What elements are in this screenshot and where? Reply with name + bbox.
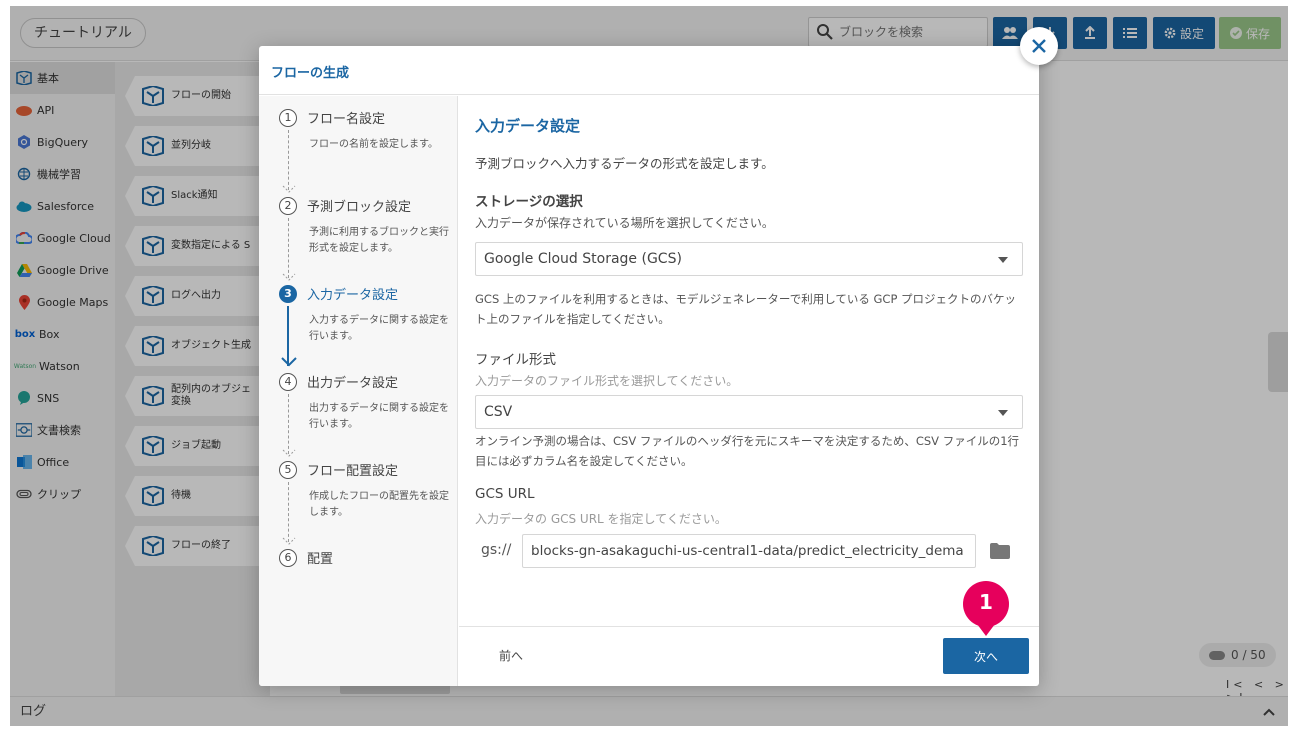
- step-label: フロー配置設定: [307, 464, 399, 479]
- callout-number: 1: [979, 590, 993, 614]
- prev-button[interactable]: 前へ: [499, 647, 523, 664]
- gcs-url-input[interactable]: [522, 534, 976, 568]
- section-description: 予測ブロックへ入力するデータの形式を設定します。: [475, 156, 774, 171]
- dialog-footer: 前へ 次へ: [459, 626, 1039, 686]
- file-format-hint: 入力データのファイル形式を選択してください。: [475, 374, 739, 388]
- section-title: 入力データ設定: [475, 117, 581, 135]
- step-description: 作成したフローの配置先を設定します。: [309, 491, 449, 518]
- dialog-header: フローの生成: [259, 46, 1039, 95]
- step-label: 配置: [307, 552, 334, 567]
- file-format-heading: ファイル形式: [475, 352, 556, 368]
- step-description: 出力するデータに関する設定を行います。: [309, 403, 449, 430]
- step-number: 3: [279, 284, 297, 303]
- step-label: 予測ブロック設定: [307, 200, 412, 215]
- step-connector: [288, 394, 290, 454]
- step-description: 予測に利用するブロックと実行形式を設定します。: [309, 227, 449, 254]
- caret-down-icon: [998, 257, 1008, 263]
- step-label: 出力データ設定: [307, 376, 399, 391]
- step-description: 入力するデータに関する設定を行います。: [309, 315, 449, 342]
- gcs-url-heading: GCS URL: [475, 486, 535, 502]
- file-format-selected-value: CSV: [484, 404, 513, 420]
- next-button[interactable]: 次へ: [943, 638, 1029, 674]
- step-content: 入力データ設定 予測ブロックへ入力するデータの形式を設定します。 ストレージの選…: [459, 96, 1039, 626]
- dashed-arrow-icon: [282, 449, 296, 457]
- storage-selected-value: Google Cloud Storage (GCS): [484, 251, 682, 267]
- step-callout-marker: 1: [962, 580, 1010, 638]
- file-format-note: オンライン予測の場合は、CSV ファイルのヘッダ行を元にスキーマを決定するため、…: [475, 434, 1020, 468]
- step-label: フロー名設定: [307, 112, 386, 127]
- folder-icon[interactable]: [989, 542, 1011, 560]
- gcs-url-hint: 入力データの GCS URL を指定してください。: [475, 512, 727, 526]
- dialog-title: フローの生成: [271, 66, 350, 81]
- close-icon: [1032, 39, 1046, 53]
- step-connector: [288, 218, 290, 278]
- storage-heading: ストレージの選択: [475, 194, 583, 210]
- dashed-arrow-icon: [282, 185, 296, 193]
- caret-down-icon: [998, 410, 1008, 416]
- step-number: 6: [279, 548, 297, 567]
- dashed-arrow-icon: [282, 537, 296, 545]
- close-dialog-button[interactable]: [1020, 27, 1058, 65]
- wizard-steps: 1 フロー名設定 フローの名前を設定します。 2 予測ブロック設定 予測に利用するブ…: [259, 96, 458, 686]
- step-description: フローの名前を設定します。: [309, 139, 438, 150]
- step-number: 2: [279, 196, 297, 215]
- wizard-step-5[interactable]: 5 フロー配置設定 作成したフローの配置先を設定します。: [279, 460, 449, 545]
- wizard-step-4[interactable]: 4 出力データ設定 出力するデータに関する設定を行います。: [279, 372, 449, 457]
- wizard-step-6[interactable]: 6 配置: [279, 548, 449, 567]
- create-flow-dialog: フローの生成 1 フロー名設定 フローの名前を設定します。 2 予測ブロック設定 予…: [259, 46, 1039, 686]
- storage-select[interactable]: Google Cloud Storage (GCS): [475, 242, 1023, 276]
- step-connector: [288, 130, 290, 190]
- storage-hint: 入力データが保存されている場所を選択してください。: [475, 216, 774, 230]
- step-connector: [288, 482, 290, 542]
- step-number: 1: [279, 108, 297, 127]
- dashed-arrow-icon: [282, 273, 296, 281]
- gs-prefix: gs://: [481, 542, 512, 558]
- step-label: 入力データ設定: [307, 288, 399, 303]
- wizard-step-3[interactable]: 3 入力データ設定 入力するデータに関する設定を行います。: [279, 284, 449, 367]
- step-number: 5: [279, 460, 297, 479]
- arrow-down-icon: [281, 357, 297, 367]
- wizard-step-2[interactable]: 2 予測ブロック設定 予測に利用するブロックと実行形式を設定します。: [279, 196, 449, 281]
- storage-note: GCS 上のファイルを利用するときは、モデルジェネレーターで利用している GCP…: [475, 292, 1017, 326]
- wizard-step-1[interactable]: 1 フロー名設定 フローの名前を設定します。: [279, 108, 449, 193]
- file-format-select[interactable]: CSV: [475, 395, 1023, 429]
- step-number: 4: [279, 372, 297, 391]
